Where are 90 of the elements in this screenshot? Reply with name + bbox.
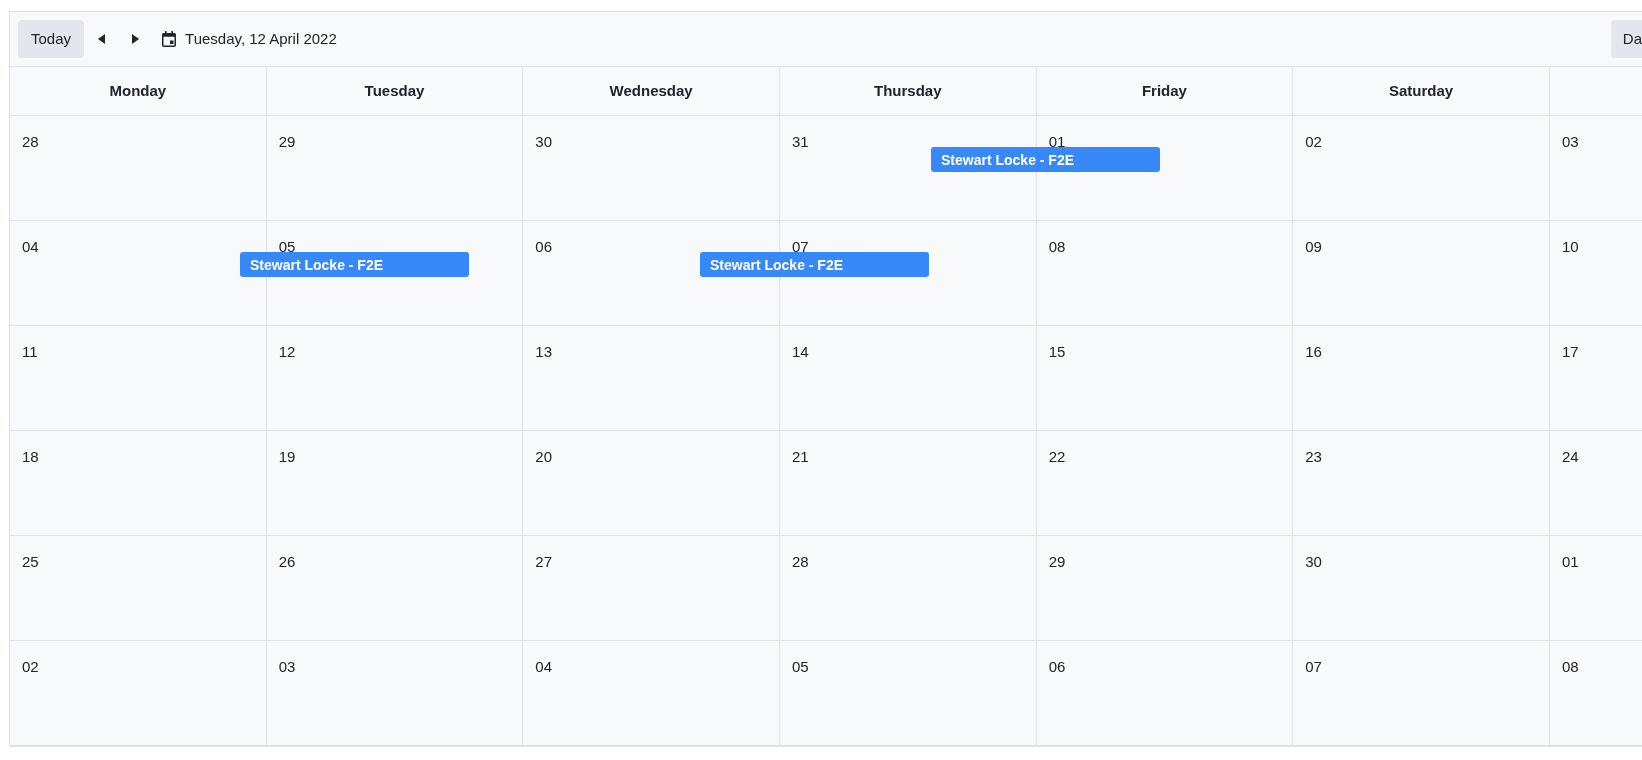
day-cell[interactable]: 17 <box>1549 326 1642 430</box>
day-cell[interactable]: 26 <box>266 536 524 640</box>
day-cell[interactable]: 19 <box>266 431 524 535</box>
day-cell[interactable]: 03 <box>1549 116 1642 220</box>
date-number: 24 <box>1561 448 1579 465</box>
view-button[interactable]: Da <box>1610 20 1642 58</box>
date-number: 20 <box>535 448 552 465</box>
day-cell[interactable]: 07 <box>1293 641 1550 745</box>
date-number: 28 <box>791 553 809 570</box>
date-number: 31 <box>791 133 809 150</box>
day-cell[interactable]: 30 <box>523 116 780 220</box>
current-date-label: Tuesday, 12 April 2022 <box>185 29 337 49</box>
date-number: 25 <box>22 553 39 570</box>
date-number: 02 <box>22 658 39 675</box>
day-cell[interactable]: 05 <box>779 641 1037 745</box>
day-cell[interactable]: 20 <box>523 431 780 535</box>
date-number: 29 <box>278 133 296 150</box>
day-cell[interactable]: 25 <box>10 536 267 640</box>
day-cell[interactable]: 24 <box>1549 431 1642 535</box>
day-cell[interactable]: 02 <box>10 641 267 745</box>
day-cell[interactable]: 01 <box>1549 536 1642 640</box>
date-number: 29 <box>1048 553 1066 570</box>
date-number: 06 <box>1048 658 1066 675</box>
date-number: 30 <box>1305 553 1322 570</box>
day-cell[interactable]: 28 <box>10 116 267 220</box>
date-number: 06 <box>535 238 552 255</box>
date-number: 11 <box>22 343 38 360</box>
caret-left-icon <box>97 34 105 44</box>
date-number: 22 <box>1048 448 1066 465</box>
date-number: 03 <box>1561 133 1579 150</box>
day-cell[interactable]: 15 <box>1036 326 1294 430</box>
day-cell[interactable]: 28 <box>779 536 1037 640</box>
date-number: 12 <box>278 343 296 360</box>
day-cell[interactable]: 08 <box>1549 641 1642 745</box>
date-number: 23 <box>1305 448 1322 465</box>
date-number: 19 <box>278 448 296 465</box>
date-number: 07 <box>1305 658 1322 675</box>
date-number: 27 <box>535 553 552 570</box>
today-button[interactable]: Today <box>18 20 85 58</box>
date-number: 09 <box>1305 238 1322 255</box>
weekday-header: Friday <box>1036 67 1294 115</box>
date-number: 13 <box>535 343 552 360</box>
day-cell[interactable]: 10 <box>1549 221 1642 325</box>
date-number: 02 <box>1305 133 1322 150</box>
date-number: 30 <box>535 133 552 150</box>
date-number: 28 <box>22 133 39 150</box>
calendar-icon <box>162 31 177 47</box>
date-number: 08 <box>1048 238 1066 255</box>
day-cell[interactable]: 03 <box>266 641 524 745</box>
day-cell[interactable]: 09 <box>1293 221 1550 325</box>
day-cell[interactable]: 22 <box>1036 431 1294 535</box>
day-cell[interactable]: 16 <box>1293 326 1550 430</box>
day-cell[interactable]: 04 <box>523 641 780 745</box>
date-number: 26 <box>278 553 296 570</box>
date-number: 08 <box>1561 658 1579 675</box>
weekday-header: Saturday <box>1293 67 1550 115</box>
date-number: 05 <box>791 658 809 675</box>
day-cell[interactable]: 02 <box>1293 116 1550 220</box>
date-number: 05 <box>278 238 296 255</box>
weekday-header: Thursday <box>779 67 1037 115</box>
day-cell[interactable]: 06 <box>1036 641 1294 745</box>
date-number: 10 <box>1561 238 1579 255</box>
date-number: 04 <box>535 658 552 675</box>
weekday-header: Wednesday <box>523 67 780 115</box>
day-cell[interactable]: 13 <box>523 326 780 430</box>
date-number: 01 <box>1561 553 1579 570</box>
day-cell[interactable]: 18 <box>10 431 267 535</box>
date-number: 17 <box>1561 343 1579 360</box>
date-number: 03 <box>278 658 296 675</box>
date-number: 18 <box>22 448 39 465</box>
weekday-header: Tuesday <box>266 67 524 115</box>
date-number: 16 <box>1305 343 1322 360</box>
day-cell[interactable]: 08 <box>1036 221 1294 325</box>
day-cell[interactable]: 29 <box>1036 536 1294 640</box>
day-cell[interactable]: 29 <box>266 116 524 220</box>
date-number: 14 <box>791 343 809 360</box>
date-number: 01 <box>1048 133 1066 150</box>
day-cell[interactable]: 27 <box>523 536 780 640</box>
date-number: 21 <box>791 448 809 465</box>
day-cell[interactable]: 14 <box>779 326 1037 430</box>
day-cell[interactable]: 30 <box>1293 536 1550 640</box>
date-number: 07 <box>791 238 809 255</box>
weekday-header: Monday <box>10 67 267 115</box>
day-cell[interactable]: 21 <box>779 431 1037 535</box>
caret-right-icon <box>131 34 139 44</box>
day-cell[interactable]: 12 <box>266 326 524 430</box>
day-cell[interactable]: 23 <box>1293 431 1550 535</box>
day-cell[interactable]: 11 <box>10 326 267 430</box>
date-number: 04 <box>22 238 39 255</box>
date-number: 15 <box>1048 343 1066 360</box>
